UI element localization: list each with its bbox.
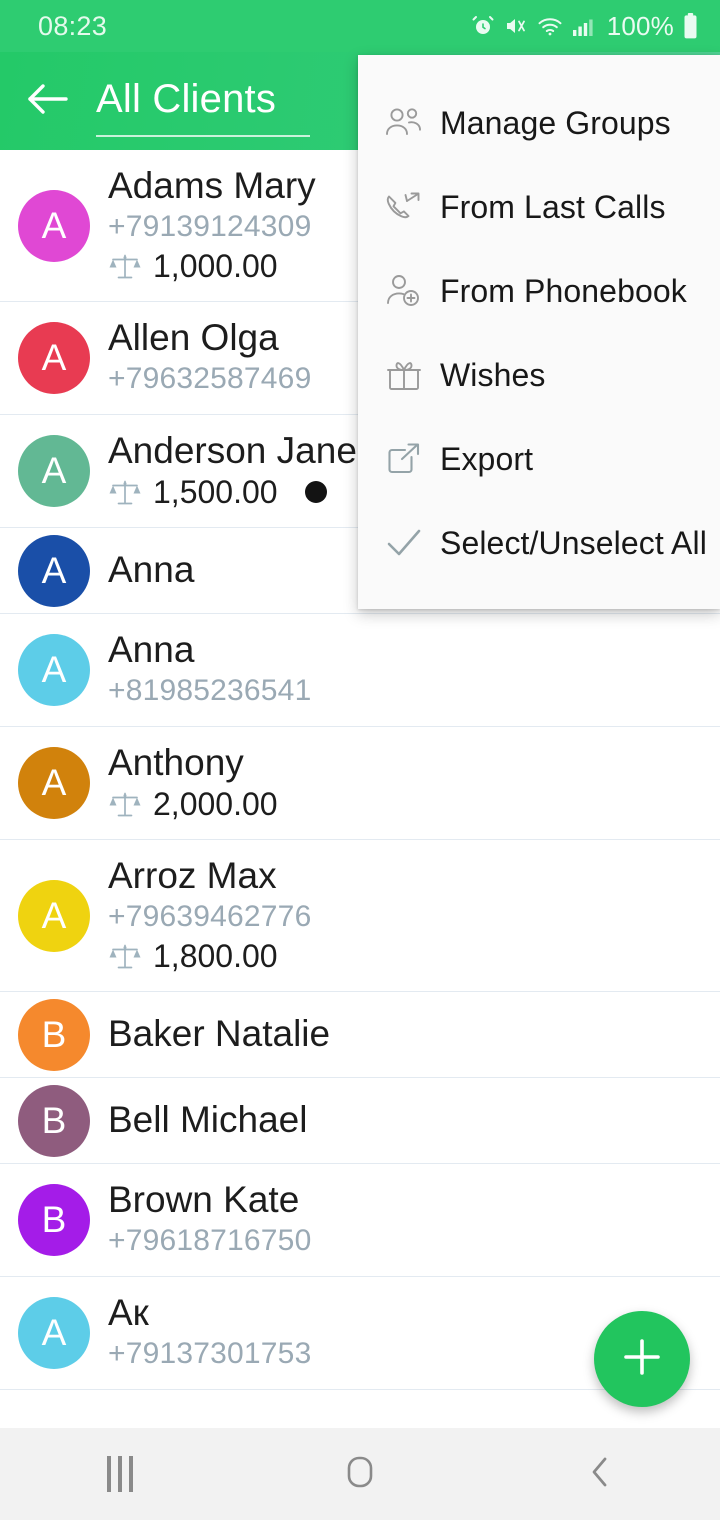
contact-phone: +81985236541 [108,674,312,708]
alarm-icon [471,14,495,38]
menu-item-label: Export [440,440,534,477]
menu-item-export[interactable]: Export [358,417,720,501]
contact-phone: +79639462776 [108,899,312,933]
contact-info: Anna +81985236541 [108,629,702,710]
page-title: All Clients [96,77,277,121]
avatar: A [18,435,90,507]
contact-name: Arroz Max [108,854,277,896]
contact-name: Anna [108,629,195,671]
nav-back-button[interactable] [540,1428,660,1520]
status-icons: 100% [471,11,698,42]
contact-row[interactable]: B Brown Kate +79618716750 [0,1164,720,1277]
status-dot-marker [304,481,327,504]
plus-icon [619,1334,665,1385]
avatar: A [18,322,90,394]
avatar: A [18,189,90,262]
menu-item-from-phonebook[interactable]: From Phonebook [358,249,720,333]
contact-info: Brown Kate +79618716750 [108,1179,702,1260]
person-add-icon [382,271,440,311]
back-icon [585,1452,615,1497]
contact-name: Brown Kate [108,1179,300,1221]
scales-balance-icon [108,251,142,281]
nav-home-button[interactable] [300,1428,420,1520]
contact-info: Bell Michael [108,1099,702,1142]
avatar: A [18,879,90,952]
title-underline [96,135,311,137]
avatar: A [18,634,90,706]
contact-row[interactable]: A Arroz Max +79639462776 1,800.00 [0,840,720,992]
avatar: B [18,1084,90,1157]
menu-item-label: Wishes [440,356,546,393]
battery-percent: 100% [606,10,674,41]
system-nav-bar [0,1428,720,1520]
contact-balance: 1,800.00 [108,936,702,976]
balance-amount: 1,800.00 [153,938,278,975]
export-icon [382,439,440,479]
menu-item-manage-groups[interactable]: Manage Groups [358,81,720,165]
nav-recents-button[interactable] [60,1428,180,1520]
mute-vibrate-icon [504,15,528,37]
menu-item-label: From Phonebook [440,272,687,309]
overflow-menu[interactable]: Manage Groups From Last Calls From Phone… [358,55,720,609]
back-button[interactable] [0,52,96,150]
contact-row[interactable]: A Anthony 2,000.00 [0,727,720,840]
balance-amount: 1,000.00 [153,248,278,285]
add-client-fab[interactable] [594,1311,690,1407]
status-bar: 08:23 100% [0,0,720,52]
contact-info: Arroz Max +79639462776 1,800.00 [108,855,702,976]
balance-amount: 2,000.00 [153,786,278,823]
avatar: A [18,747,90,819]
contact-info: Baker Natalie [108,1013,702,1056]
signal-icon [572,15,596,37]
title-spinner[interactable]: All Clients [96,77,311,137]
contact-name: Anthony [108,741,244,783]
scales-balance-icon [108,477,142,507]
scales-balance-icon [108,789,142,819]
group-people-icon [382,103,440,143]
wifi-icon [537,15,563,37]
call-arrow-icon [382,187,440,227]
avatar: B [18,1184,90,1256]
contact-phone: +79618716750 [108,1224,312,1258]
menu-item-label: Select/Unselect All [440,524,707,561]
scales-balance-icon [108,941,142,971]
avatar: B [18,998,90,1071]
avatar: A [18,1297,90,1369]
home-icon [342,1452,378,1497]
menu-item-label: Manage Groups [440,104,671,141]
balance-amount: 1,500.00 [153,474,278,511]
contact-balance: 2,000.00 [108,784,702,824]
contact-info: Anthony 2,000.00 [108,742,702,825]
avatar: A [18,534,90,607]
menu-item-label: From Last Calls [440,188,666,225]
contact-row[interactable]: B Bell Michael [0,1078,720,1164]
battery-icon [683,13,698,39]
menu-item-from-last-calls[interactable]: From Last Calls [358,165,720,249]
contact-name: Bell Michael [108,1099,308,1141]
check-icon [382,523,440,563]
menu-item-wishes[interactable]: Wishes [358,333,720,417]
contact-row[interactable]: A Anna +81985236541 [0,614,720,727]
gift-icon [382,355,440,395]
status-time: 08:23 [38,10,108,41]
recents-icon [107,1456,133,1492]
contact-name: Baker Natalie [108,1013,331,1055]
contact-row[interactable]: B Baker Natalie [0,992,720,1078]
arrow-left-icon [22,79,74,124]
menu-item-select-unselect-all[interactable]: Select/Unselect All [358,501,720,585]
